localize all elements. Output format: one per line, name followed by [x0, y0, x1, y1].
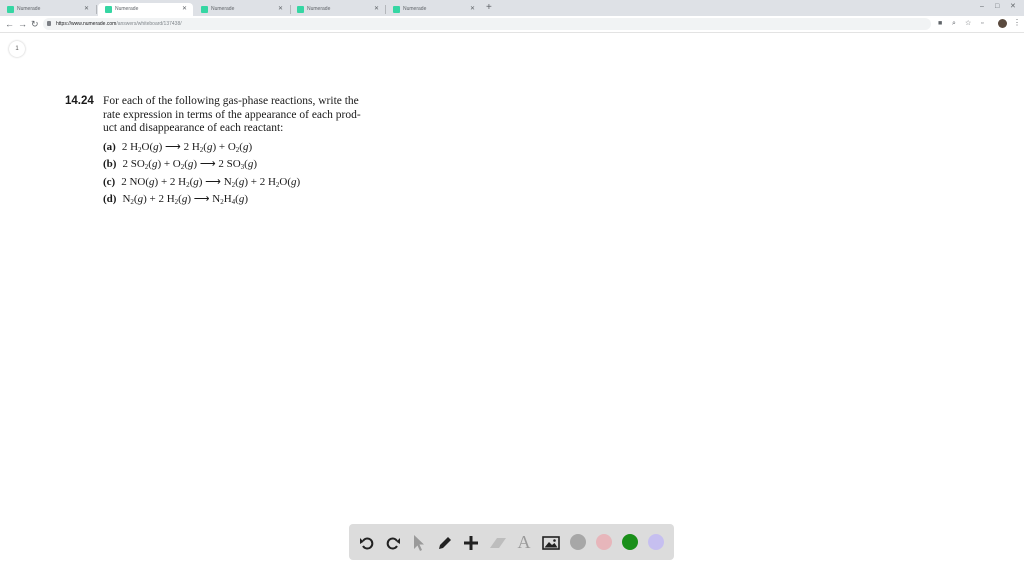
text-icon[interactable]: A [514, 524, 534, 560]
lock-icon [47, 21, 51, 26]
pointer-icon[interactable] [409, 524, 429, 560]
address-bar[interactable]: https://www.numerade.com/answers/whitebo… [43, 18, 931, 30]
browser-menu-icon[interactable]: ⋮ [1013, 18, 1021, 28]
browser-tab[interactable]: Numerade ✕ [194, 3, 289, 16]
tab-strip: Numerade ✕ Numerade ✕ Numerade ✕ Numerad… [0, 0, 1024, 16]
window-close-icon[interactable]: ✕ [1010, 2, 1016, 12]
color-swatch-green[interactable] [622, 534, 638, 550]
color-swatch-gray[interactable] [570, 534, 586, 550]
reaction-d: (d) N2(g) + 2 H2(g) ⟶ N2H4(g) [103, 193, 248, 206]
numerade-favicon-icon [201, 6, 208, 13]
reload-icon[interactable]: ↻ [31, 18, 39, 30]
numerade-favicon-icon [7, 6, 14, 13]
tab-title: Numerade [403, 6, 427, 12]
problem-text-line: rate expression in terms of the appearan… [103, 108, 361, 121]
page-number-badge[interactable]: 1 [9, 41, 25, 57]
back-arrow-icon[interactable]: ← [5, 18, 14, 30]
new-tab-button[interactable]: + [486, 2, 492, 14]
tab-divider [96, 5, 97, 14]
reaction-a: (a) 2 H2O(g) ⟶ 2 H2(g) + O2(g) [103, 141, 253, 154]
extension-icon[interactable]: ▫ [981, 19, 983, 29]
camera-icon[interactable]: ■ [938, 19, 942, 29]
zoom-icon[interactable]: ⌕ [952, 19, 956, 29]
pencil-icon[interactable] [435, 524, 455, 560]
close-tab-icon[interactable]: ✕ [84, 3, 89, 16]
color-swatch-pink[interactable] [596, 534, 612, 550]
tab-title: Numerade [211, 6, 235, 12]
reaction-label: (a) [103, 141, 116, 153]
close-tab-icon[interactable]: ✕ [182, 3, 187, 16]
reaction-label: (d) [103, 193, 117, 205]
reaction-label: (c) [103, 176, 116, 188]
close-tab-icon[interactable]: ✕ [278, 3, 283, 16]
numerade-favicon-icon [297, 6, 304, 13]
tab-title: Numerade [115, 6, 139, 12]
image-icon[interactable] [540, 524, 562, 560]
forward-arrow-icon[interactable]: → [18, 18, 27, 30]
bookmark-star-icon[interactable]: ☆ [965, 19, 971, 29]
plus-icon[interactable] [461, 524, 481, 560]
browser-tab[interactable]: Numerade ✕ [0, 3, 95, 16]
reaction-c: (c) 2 NO(g) + 2 H2(g) ⟶ N2(g) + 2 H2O(g) [103, 176, 301, 189]
undo-icon[interactable] [357, 524, 377, 560]
eraser-icon[interactable] [487, 524, 509, 560]
problem-statement: For each of the following gas-phase reac… [103, 95, 393, 136]
url-text: https://www.numerade.com/answers/whitebo… [56, 21, 182, 27]
close-tab-icon[interactable]: ✕ [374, 3, 379, 16]
numerade-favicon-icon [105, 6, 112, 13]
redo-icon[interactable] [383, 524, 403, 560]
minimize-icon[interactable]: – [980, 2, 984, 12]
reaction-label: (b) [103, 158, 117, 170]
color-swatch-lavender[interactable] [648, 534, 664, 550]
reaction-b: (b) 2 SO2(g) + O2(g) ⟶ 2 SO3(g) [103, 158, 258, 171]
numerade-favicon-icon [393, 6, 400, 13]
problem-text-line: For each of the following gas-phase reac… [103, 95, 359, 107]
drawing-toolbar: A [349, 524, 674, 560]
browser-tab[interactable]: Numerade ✕ [386, 3, 481, 16]
browser-tab-active[interactable]: Numerade ✕ [98, 3, 193, 16]
browser-tab[interactable]: Numerade ✕ [290, 3, 385, 16]
tab-title: Numerade [17, 6, 41, 12]
profile-avatar[interactable] [998, 19, 1007, 28]
problem-number: 14.24 [65, 95, 94, 107]
close-tab-icon[interactable]: ✕ [470, 3, 475, 16]
problem-text-line: uct and disappearance of each reactant: [103, 122, 284, 134]
tab-title: Numerade [307, 6, 331, 12]
browser-toolbar: ← → ↻ https://www.numerade.com/answers/w… [0, 16, 1024, 33]
maximize-icon[interactable]: □ [995, 2, 999, 12]
